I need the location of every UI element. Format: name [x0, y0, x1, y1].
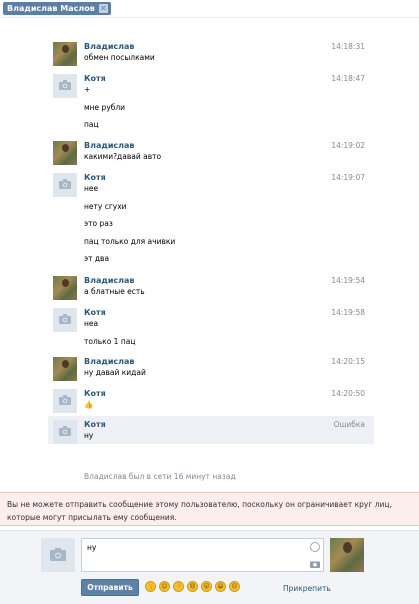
message-input[interactable]: ну — [81, 538, 324, 572]
camera-icon — [59, 395, 71, 405]
message-text: какими?давай авто — [84, 152, 162, 161]
dialog-tab[interactable]: Владислав Маслов ✕ — [3, 2, 111, 15]
my-avatar[interactable] — [41, 538, 75, 572]
message-item[interactable]: Владислав 14:18:31 обмен посылками — [48, 42, 374, 72]
emoji-button[interactable]: 👍 — [145, 581, 156, 592]
message-time: 14:20:50 — [331, 389, 365, 398]
camera-icon — [50, 548, 66, 561]
author-name[interactable]: Котя — [84, 420, 106, 429]
send-button[interactable]: Отправить — [81, 579, 139, 596]
camera-icon — [59, 179, 71, 189]
author-name[interactable]: Котя — [84, 173, 106, 182]
message-item[interactable]: Котя 14:18:47 + мне рубли пац — [48, 74, 374, 139]
camera-icon — [59, 80, 71, 90]
message-time: 14:20:15 — [331, 357, 365, 366]
message-text: обмен посылками — [84, 53, 155, 62]
message-time: 14:19:58 — [331, 308, 365, 317]
message-text: ну давай кидай — [84, 368, 146, 377]
message-text: только 1 пац — [84, 336, 136, 346]
photo-attach-icon[interactable] — [310, 560, 320, 568]
message-item[interactable]: Владислав 14:20:15 ну давай кидай — [48, 357, 374, 387]
attach-button[interactable]: Прикрепить — [283, 584, 331, 593]
author-avatar[interactable] — [53, 357, 77, 381]
author-avatar[interactable] — [53, 308, 77, 332]
message-item[interactable]: Котя 14:20:50 👍 — [48, 389, 374, 419]
emoji-button[interactable]: 😄 — [215, 581, 226, 592]
message-time: 14:19:54 — [331, 276, 365, 285]
message-text: нее — [84, 184, 99, 193]
close-icon[interactable]: ✕ — [98, 4, 108, 13]
tab-bar: Владислав Маслов ✕ — [0, 0, 419, 18]
camera-icon — [59, 314, 71, 324]
message-item[interactable]: Котя Ошибка ну — [48, 416, 374, 444]
author-avatar[interactable] — [53, 141, 77, 165]
author-name[interactable]: Владислав — [84, 357, 134, 366]
emoji-button[interactable]: 😐 — [229, 581, 240, 592]
author-avatar[interactable] — [53, 276, 77, 300]
message-text: мне рубли — [84, 102, 126, 112]
message-composer: ну Отправить 👍 😊 👎 😠 😮 😄 😐 Прикрепить — [0, 530, 419, 604]
message-time: 14:18:31 — [331, 42, 365, 51]
author-name[interactable]: Котя — [84, 389, 106, 398]
author-avatar[interactable] — [53, 389, 77, 413]
message-text: а блатные есть — [84, 287, 145, 296]
error-status: Ошибка — [333, 420, 365, 429]
dialog-tab-title: Владислав Маслов — [7, 4, 95, 13]
peer-avatar[interactable] — [330, 538, 364, 572]
emoji-button[interactable]: 👎 — [173, 581, 184, 592]
message-input-text: ну — [87, 543, 97, 552]
author-avatar[interactable] — [53, 42, 77, 66]
message-text: это раз — [84, 219, 113, 228]
message-text: пац только для ачивки — [84, 236, 176, 246]
message-time: 14:19:02 — [331, 141, 365, 150]
message-time: 14:19:07 — [331, 173, 365, 182]
message-text: неа — [84, 319, 99, 328]
privacy-warning: Вы не можете отправить сообщение этому п… — [0, 492, 419, 526]
message-item[interactable]: Котя 14:19:07 нее нету сгухи это раз пац толь… — [48, 173, 374, 273]
message-text: эт два — [84, 254, 110, 263]
author-name[interactable]: Котя — [84, 74, 106, 83]
emoji-button[interactable]: 😠 — [187, 581, 198, 592]
author-name[interactable]: Владислав — [84, 276, 134, 285]
emoji-button[interactable]: 😮 — [201, 581, 212, 592]
message-item[interactable]: Владислав 14:19:54 а блатные есть — [48, 276, 374, 306]
author-avatar[interactable] — [53, 173, 77, 197]
message-text: 👍 — [84, 400, 94, 409]
message-time: 14:18:47 — [331, 74, 365, 83]
message-text: нету сгухи — [84, 201, 127, 211]
message-text: + — [84, 85, 91, 94]
message-item[interactable]: Владислав 14:19:02 какими?давай авто — [48, 141, 374, 171]
smile-icon[interactable] — [310, 542, 320, 552]
last-seen-status: Владислав был в сети 16 минут назад — [84, 472, 236, 481]
quick-emoji-bar: 👍 😊 👎 😠 😮 😄 😐 — [145, 581, 240, 592]
emoji-button[interactable]: 😊 — [159, 581, 170, 592]
author-name[interactable]: Владислав — [84, 42, 134, 51]
camera-icon — [59, 426, 71, 436]
message-item[interactable]: Котя 14:19:58 неа только 1 пац — [48, 308, 374, 355]
author-name[interactable]: Котя — [84, 308, 106, 317]
message-text: пац — [84, 120, 99, 129]
message-history[interactable]: Владислав 14:18:31 обмен посылками Котя 14:1… — [0, 19, 419, 486]
author-avatar[interactable] — [53, 420, 77, 444]
author-name[interactable]: Владислав — [84, 141, 134, 150]
message-text: ну — [84, 431, 94, 440]
author-avatar[interactable] — [53, 74, 77, 98]
